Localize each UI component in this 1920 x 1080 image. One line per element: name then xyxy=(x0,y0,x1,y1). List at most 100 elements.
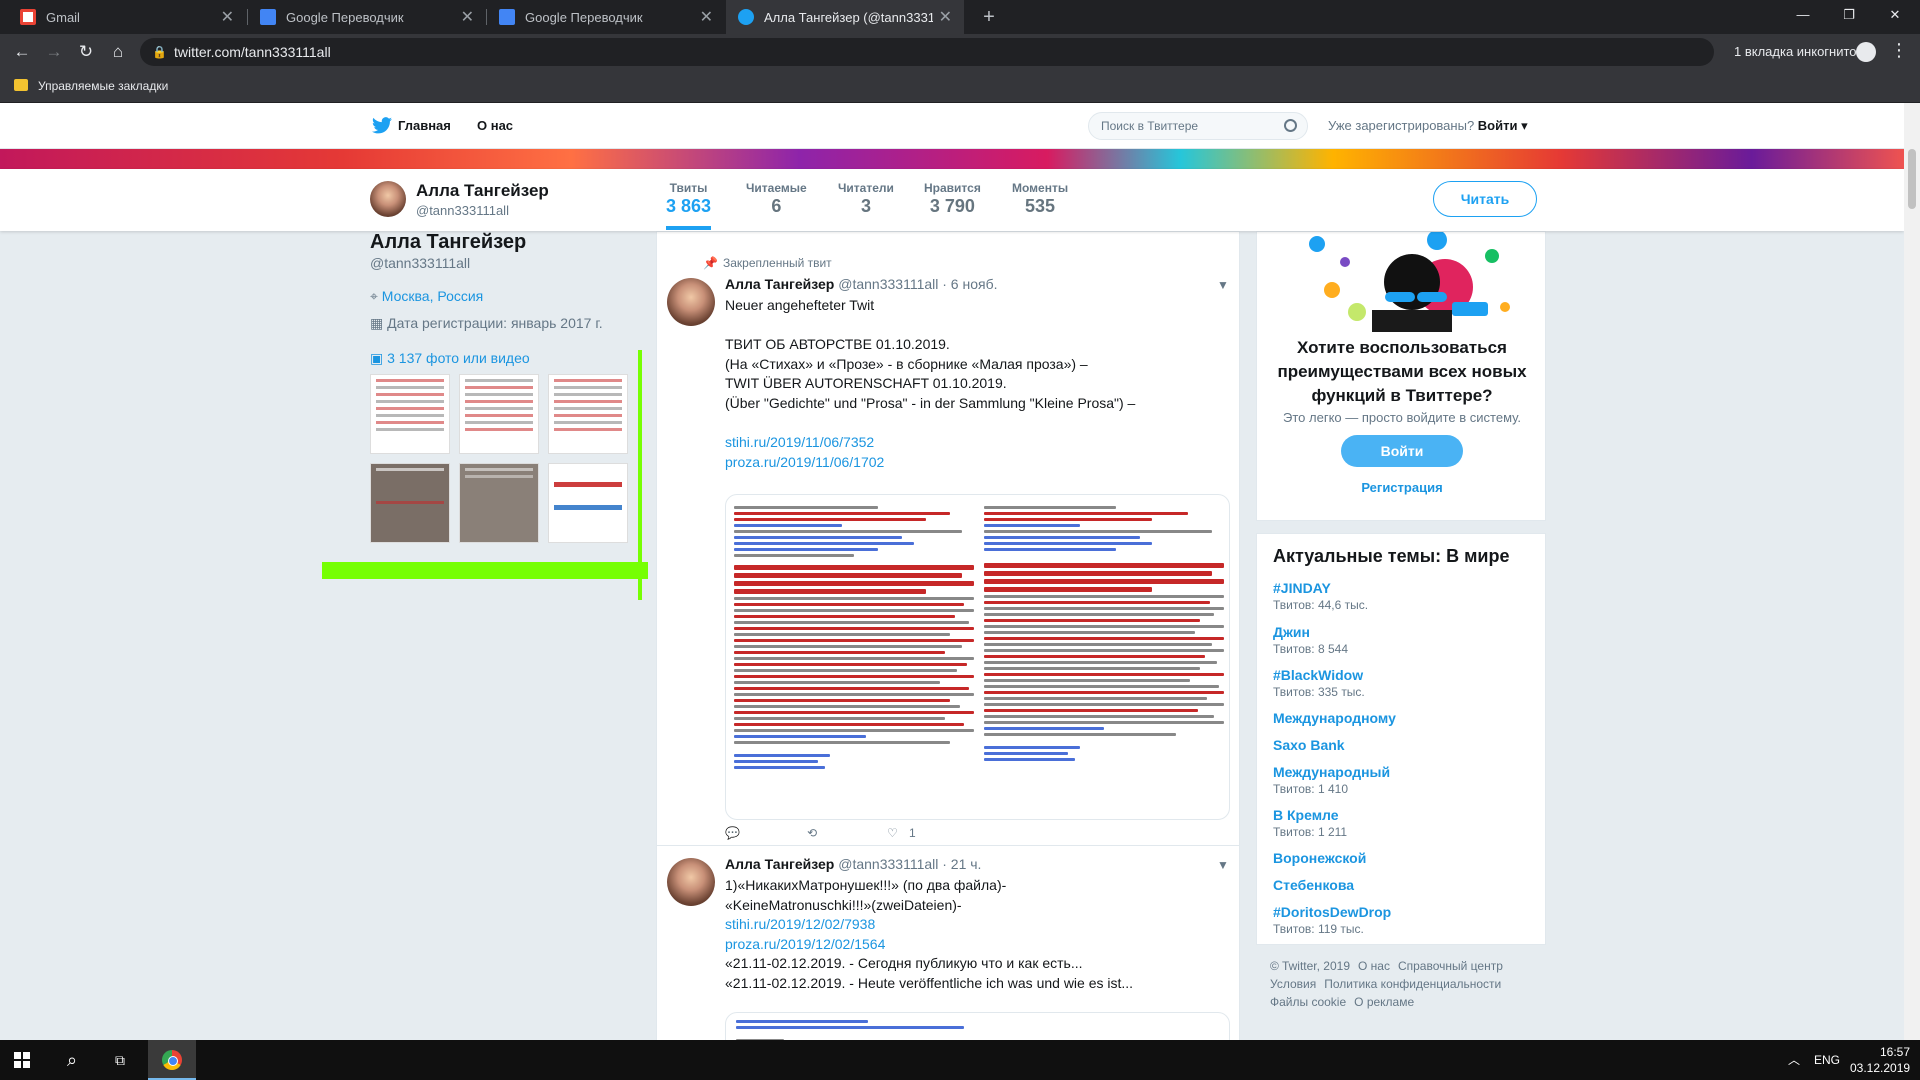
close-window-icon[interactable]: ✕ xyxy=(1872,0,1918,34)
tweet-link[interactable]: stihi.ru/2019/11/06/7352 xyxy=(725,433,1225,453)
footer-link[interactable]: Справочный центр xyxy=(1398,959,1503,973)
chevron-down-icon[interactable]: ▼ xyxy=(1217,278,1229,292)
avatar[interactable] xyxy=(370,181,406,217)
search-icon[interactable]: ⌕ xyxy=(48,1040,96,1080)
scrollbar-thumb[interactable] xyxy=(1908,149,1916,209)
menu-icon[interactable]: ⋮ xyxy=(1890,40,1908,61)
chevron-down-icon[interactable]: ▾ xyxy=(1517,118,1528,133)
minimize-icon[interactable]: — xyxy=(1780,0,1826,34)
footer-link[interactable]: О рекламе xyxy=(1354,995,1414,1009)
tweet-avatar[interactable] xyxy=(667,278,715,326)
close-tab-icon[interactable]: ✕ xyxy=(700,7,713,27)
retweet-icon[interactable]: ⟲ xyxy=(807,826,817,840)
profile-name[interactable]: Алла Тангейзер xyxy=(416,181,549,201)
trend-name[interactable]: #JINDAY xyxy=(1273,580,1368,596)
tray-chevron-icon[interactable]: ︿ xyxy=(1788,1040,1800,1080)
trend-name[interactable]: Стебенкова xyxy=(1273,877,1354,893)
media-thumbnail[interactable] xyxy=(370,463,450,543)
tweet-author-name[interactable]: Алла Тангейзер xyxy=(725,276,834,292)
tweet-time[interactable]: · 6 нояб. xyxy=(942,276,997,292)
trend-item[interactable]: В Кремле Твитов: 1 211 xyxy=(1273,807,1347,839)
page-scrollbar[interactable] xyxy=(1904,103,1920,1040)
close-tab-icon[interactable]: ✕ xyxy=(939,7,952,27)
close-tab-icon[interactable]: ✕ xyxy=(221,7,234,27)
media-thumbnail[interactable] xyxy=(548,463,628,543)
tweet-media-image[interactable] xyxy=(725,1012,1230,1040)
stat-followers[interactable]: Читатели 3 xyxy=(838,181,894,217)
browser-tab-translate-2[interactable]: Google Переводчик ✕ xyxy=(487,0,725,34)
chevron-down-icon[interactable]: ▼ xyxy=(1217,858,1229,872)
address-bar[interactable]: 🔒 twitter.com/tann333111all xyxy=(140,38,1714,66)
trend-item[interactable]: Saxo Bank xyxy=(1273,737,1345,753)
chrome-taskbar-button[interactable] xyxy=(148,1040,196,1080)
new-tab-icon[interactable]: + xyxy=(976,4,1002,30)
trend-item[interactable]: Джин Твитов: 8 544 xyxy=(1273,624,1348,656)
reload-icon[interactable]: ↻ xyxy=(74,40,98,64)
stat-following[interactable]: Читаемые 6 xyxy=(746,181,807,217)
trend-item[interactable]: #DoritosDewDrop Твитов: 119 тыс. xyxy=(1273,904,1391,936)
stat-moments[interactable]: Моменты 535 xyxy=(1012,181,1068,217)
tweet-author-name[interactable]: Алла Тангейзер xyxy=(725,856,834,872)
browser-tab-gmail[interactable]: Gmail ✕ xyxy=(8,0,246,34)
tweet-avatar[interactable] xyxy=(667,858,715,906)
managed-bookmarks[interactable]: Управляемые закладки xyxy=(38,70,168,102)
location-text[interactable]: Москва, Россия xyxy=(382,288,484,304)
trend-name[interactable]: #DoritosDewDrop xyxy=(1273,904,1391,920)
home-icon[interactable]: ⌂ xyxy=(106,40,130,64)
trend-item[interactable]: Стебенкова xyxy=(1273,877,1354,893)
footer-link[interactable]: Файлы cookie xyxy=(1270,995,1346,1009)
search-icon[interactable] xyxy=(1284,119,1297,132)
tweet-author-handle[interactable]: @tann333111all xyxy=(838,276,938,292)
tweet-pinned[interactable]: 📌 Закрепленный твит Алла Тангейзер @tann… xyxy=(657,232,1239,845)
close-tab-icon[interactable]: ✕ xyxy=(461,7,474,27)
incognito-label[interactable]: 1 вкладка инкогнито xyxy=(1734,34,1857,70)
trend-item[interactable]: Международный Твитов: 1 410 xyxy=(1273,764,1390,796)
register-link[interactable]: Регистрация xyxy=(1267,480,1537,495)
trend-item[interactable]: #BlackWidow Твитов: 335 тыс. xyxy=(1273,667,1365,699)
profile-card-handle[interactable]: @tann333111all xyxy=(370,255,470,271)
tweet-link[interactable]: proza.ru/2019/11/06/1702 xyxy=(725,453,1225,473)
tweet[interactable]: Алла Тангейзер @tann333111all · 21 ч. ▼ … xyxy=(657,846,1239,1040)
trend-name[interactable]: Джин xyxy=(1273,624,1348,640)
nav-home[interactable]: Главная xyxy=(398,103,451,149)
like-icon[interactable]: ♡ xyxy=(887,826,898,840)
login-dropdown[interactable]: Войти xyxy=(1478,118,1518,133)
stat-tweets[interactable]: Твиты 3 863 xyxy=(666,181,712,230)
footer-link[interactable]: О нас xyxy=(1358,959,1390,973)
stat-likes[interactable]: Нравится 3 790 xyxy=(924,181,981,217)
trend-name[interactable]: Международному xyxy=(1273,710,1396,726)
reply-icon[interactable]: 💬 xyxy=(725,826,740,840)
media-thumbnail[interactable] xyxy=(459,374,539,454)
task-view-icon[interactable]: ⧉ xyxy=(96,1040,144,1080)
photos-videos-link[interactable]: ▣ 3 137 фото или видео xyxy=(370,350,530,367)
media-thumbnail[interactable] xyxy=(459,463,539,543)
nav-about[interactable]: О нас xyxy=(477,103,513,149)
trend-item[interactable]: #JINDAY Твитов: 44,6 тыс. xyxy=(1273,580,1368,612)
search-input[interactable]: Поиск в Твиттере xyxy=(1088,112,1308,140)
profile-handle[interactable]: @tann333111all xyxy=(416,203,509,218)
trend-name[interactable]: В Кремле xyxy=(1273,807,1347,823)
start-button[interactable] xyxy=(0,1040,48,1080)
tweet-media-image[interactable] xyxy=(725,494,1230,820)
profile-card-name[interactable]: Алла Тангейзер xyxy=(370,231,526,254)
trend-name[interactable]: Воронежской xyxy=(1273,850,1366,866)
tweet-link[interactable]: proza.ru/2019/12/02/1564 xyxy=(725,935,1225,955)
browser-tab-translate-1[interactable]: Google Переводчик ✕ xyxy=(248,0,486,34)
tweet-time[interactable]: · 21 ч. xyxy=(942,856,981,872)
trend-name[interactable]: #BlackWidow xyxy=(1273,667,1365,683)
browser-tab-twitter[interactable]: Алла Тангейзер (@tann333111a ✕ xyxy=(726,0,964,34)
tweet-author-handle[interactable]: @tann333111all xyxy=(838,856,938,872)
trend-name[interactable]: Saxo Bank xyxy=(1273,737,1345,753)
back-icon[interactable]: ← xyxy=(10,40,34,64)
trend-item[interactable]: Воронежской xyxy=(1273,850,1366,866)
incognito-icon[interactable] xyxy=(1856,42,1876,62)
follow-button[interactable]: Читать xyxy=(1433,181,1537,217)
system-clock[interactable]: 16:57 03.12.2019 xyxy=(1850,1044,1910,1076)
forward-icon[interactable]: → xyxy=(42,40,66,64)
trend-name[interactable]: Международный xyxy=(1273,764,1390,780)
media-thumbnail[interactable] xyxy=(370,374,450,454)
login-button[interactable]: Войти xyxy=(1341,435,1463,467)
language-indicator[interactable]: ENG xyxy=(1814,1040,1840,1080)
footer-link[interactable]: Политика конфиденциальности xyxy=(1324,977,1501,991)
footer-link[interactable]: Условия xyxy=(1270,977,1316,991)
